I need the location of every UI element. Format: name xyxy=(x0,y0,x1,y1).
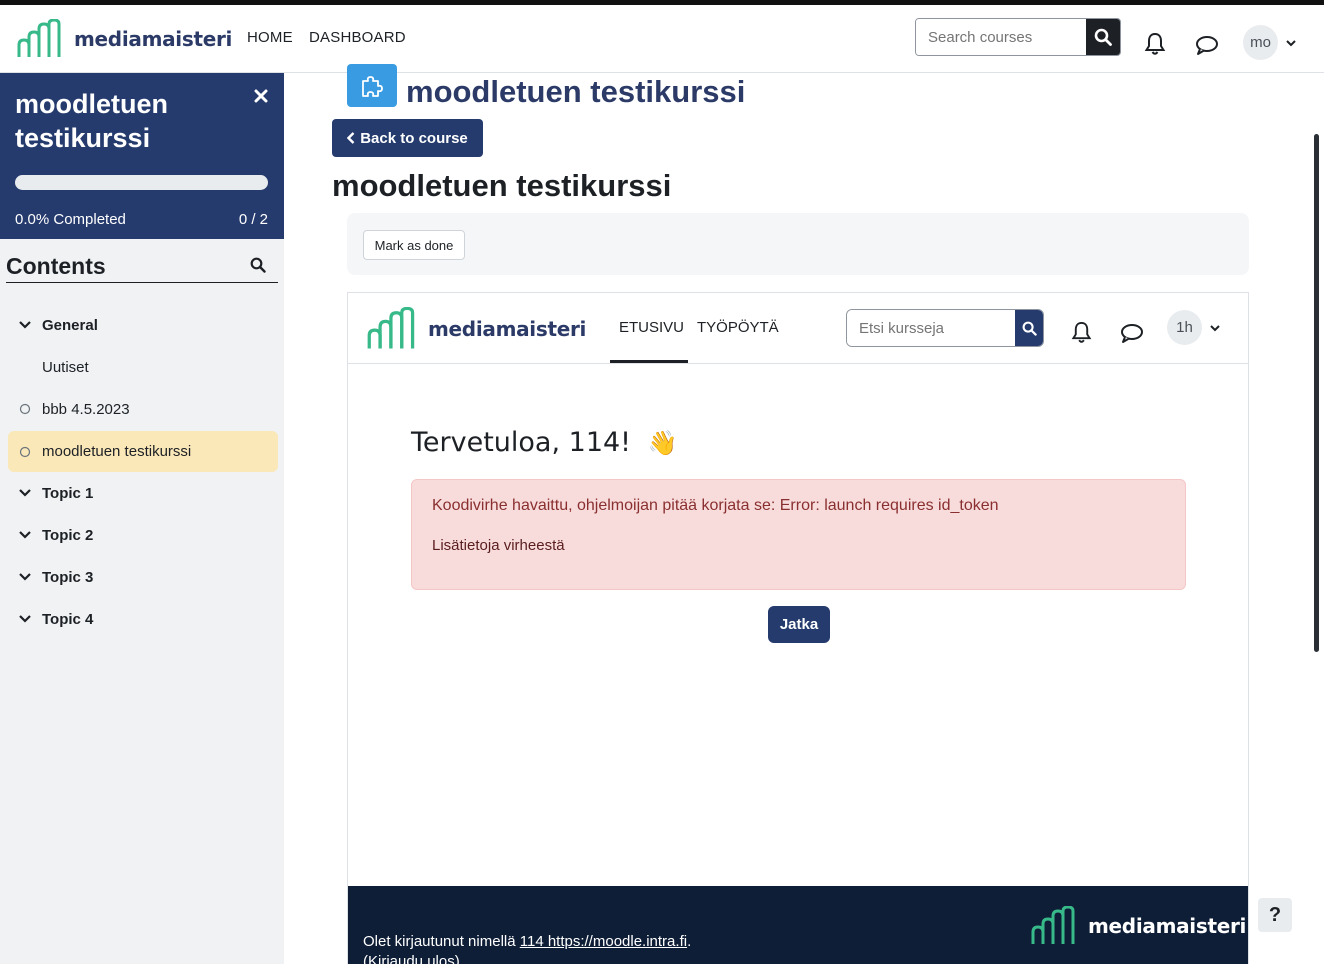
logged-in-prefix: Olet kirjautunut nimellä xyxy=(363,933,520,950)
search-button[interactable] xyxy=(1086,19,1120,55)
user-avatar[interactable]: mo xyxy=(1243,25,1278,60)
error-message: Koodivirhe havaittu, ohjelmoijan pitää k… xyxy=(432,497,999,514)
nav-home-link[interactable]: HOME xyxy=(247,29,293,46)
toc-section-topic-4[interactable]: Topic 4 xyxy=(8,599,278,639)
contents-search-button[interactable] xyxy=(250,257,266,278)
puzzle-icon xyxy=(362,75,383,97)
nav-dashboard-link[interactable]: DASHBOARD xyxy=(309,29,406,46)
toc-section-label: Topic 1 xyxy=(42,484,94,502)
chevron-left-icon xyxy=(347,132,355,144)
chevron-down-icon xyxy=(1286,39,1296,46)
user-menu-toggle[interactable] xyxy=(1285,38,1297,48)
search-input[interactable] xyxy=(916,19,1086,55)
course-search xyxy=(915,18,1121,56)
error-details-link[interactable]: Lisätietoja virheestä xyxy=(432,537,565,554)
embedded-user-avatar[interactable]: 1h xyxy=(1167,310,1202,345)
bell-icon xyxy=(1144,32,1166,55)
logged-in-suffix: . xyxy=(687,933,692,950)
toc-item-label: bbb 4.5.2023 xyxy=(42,400,130,418)
embedded-lti-frame: mediamaisteri ETUSIVU TYÖPÖYTÄ Etsi kurs… xyxy=(347,292,1249,964)
close-icon xyxy=(254,89,268,103)
completion-label: 0.0% Completed xyxy=(15,211,126,228)
login-info: Olet kirjautunut nimellä 114 https://moo… xyxy=(363,932,691,964)
toc-item-label: Uutiset xyxy=(42,358,89,376)
logout-link[interactable]: (Kirjaudu ulos) xyxy=(363,953,460,964)
user-profile-link[interactable]: 114 https://moodle.intra.fi xyxy=(520,933,687,950)
contents-heading: Contents xyxy=(6,251,278,283)
messages-button[interactable] xyxy=(1194,33,1220,57)
chevron-down-icon[interactable] xyxy=(8,615,42,623)
toc-section-label: Topic 4 xyxy=(42,610,94,628)
completion-panel: Mark as done xyxy=(347,213,1249,275)
activity-header-title: moodletuen testikurssi xyxy=(406,74,746,109)
bell-icon xyxy=(1071,321,1091,343)
chevron-down-icon[interactable] xyxy=(8,489,42,497)
embedded-nav-tyopoyta[interactable]: TYÖPÖYTÄ xyxy=(697,319,779,336)
toc-item-moodletuen-testikurssi[interactable]: moodletuen testikurssi xyxy=(8,431,278,472)
error-alert: Koodivirhe havaittu, ohjelmoijan pitää k… xyxy=(411,479,1186,590)
toc-item-uutiset[interactable]: Uutiset xyxy=(8,347,278,387)
logo-text: mediamaisteri xyxy=(428,317,587,341)
incomplete-circle-icon xyxy=(8,446,42,458)
chevron-down-icon[interactable] xyxy=(8,321,42,329)
logo-text: mediamaisteri xyxy=(1088,914,1247,938)
help-button[interactable]: ? xyxy=(1258,898,1292,932)
welcome-heading: Tervetuloa, 114! 👋 xyxy=(411,427,677,458)
mediamaisteri-logo-icon xyxy=(367,307,415,349)
page-title: moodletuen testikurssi xyxy=(332,168,672,203)
embedded-nav-etusivu[interactable]: ETUSIVU xyxy=(619,319,684,336)
toc-section-label: Topic 3 xyxy=(42,568,94,586)
footer-logo: mediamaisteri xyxy=(1030,906,1246,946)
embedded-navbar: mediamaisteri ETUSIVU TYÖPÖYTÄ Etsi kurs… xyxy=(348,293,1248,364)
embedded-search-button[interactable] xyxy=(1015,310,1043,346)
activity-badge xyxy=(347,64,397,107)
embedded-messages-button[interactable] xyxy=(1119,322,1145,344)
mark-as-done-button[interactable]: Mark as done xyxy=(363,230,465,260)
search-icon xyxy=(250,257,266,273)
toc-section-topic-1[interactable]: Topic 1 xyxy=(8,473,278,513)
embedded-site-logo[interactable]: mediamaisteri xyxy=(366,307,586,351)
course-index-drawer: moodletuen testikurssi 0.0% Completed 0 … xyxy=(0,73,284,964)
back-to-course-button[interactable]: Back to course xyxy=(332,119,483,157)
chevron-down-icon[interactable] xyxy=(8,531,42,539)
chevron-down-icon[interactable] xyxy=(8,573,42,581)
back-button-label: Back to course xyxy=(360,129,468,147)
contents-label: Contents xyxy=(6,253,106,279)
chat-icon xyxy=(1121,324,1143,343)
notifications-button[interactable] xyxy=(1142,31,1168,57)
toc-section-general[interactable]: General xyxy=(8,305,278,345)
welcome-text: Tervetuloa, 114! xyxy=(411,427,631,458)
page-scrollbar[interactable] xyxy=(1314,134,1319,652)
chevron-down-icon xyxy=(1210,324,1220,331)
embedded-course-search xyxy=(846,309,1044,347)
toc-section-label: Topic 2 xyxy=(42,526,94,544)
continue-button[interactable]: Jatka xyxy=(768,606,830,643)
embedded-notifications-button[interactable] xyxy=(1069,320,1093,344)
embedded-footer: Olet kirjautunut nimellä 114 https://moo… xyxy=(348,886,1248,964)
completion-progress-bar xyxy=(15,175,268,190)
mediamaisteri-logo-icon xyxy=(17,19,61,57)
site-logo[interactable]: mediamaisteri xyxy=(16,19,232,59)
search-icon xyxy=(1094,28,1112,46)
search-icon xyxy=(1022,321,1037,336)
toc-section-topic-3[interactable]: Topic 3 xyxy=(8,557,278,597)
mediamaisteri-logo-icon xyxy=(1031,906,1075,944)
toc-section-topic-2[interactable]: Topic 2 xyxy=(8,515,278,555)
chat-icon xyxy=(1196,36,1218,55)
embedded-user-menu-toggle[interactable] xyxy=(1209,323,1221,333)
drawer-course-title: moodletuen testikurssi xyxy=(15,89,168,153)
top-navbar: mediamaisteri HOME DASHBOARD mo xyxy=(0,0,1324,73)
toc-item-label: moodletuen testikurssi xyxy=(42,443,192,460)
active-tab-indicator xyxy=(610,360,688,363)
drawer-header: moodletuen testikurssi 0.0% Completed 0 … xyxy=(0,73,284,239)
close-drawer-button[interactable] xyxy=(254,89,270,105)
logo-text: mediamaisteri xyxy=(74,27,233,51)
incomplete-circle-icon xyxy=(8,403,42,415)
completion-count: 0 / 2 xyxy=(238,211,268,228)
toc-section-label: General xyxy=(42,316,98,334)
wave-icon: 👋 xyxy=(647,429,678,457)
embedded-search-input[interactable] xyxy=(847,310,1015,346)
toc-item-bbb[interactable]: bbb 4.5.2023 xyxy=(8,389,278,429)
